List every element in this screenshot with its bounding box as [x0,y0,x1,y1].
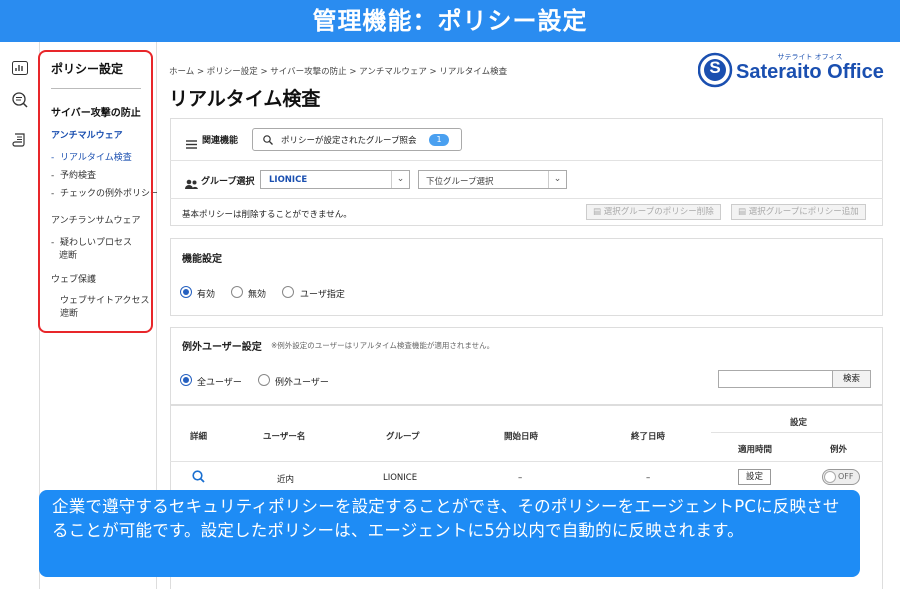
col-settings: 設定 [790,418,808,428]
search-icon [263,135,273,145]
add-icon: ▤ [738,207,747,217]
radio-enabled-label: 有効 [197,290,216,300]
users-icon [185,174,198,193]
scroll-icon[interactable] [10,130,30,150]
menu-icon [186,134,197,153]
radio-user-specified[interactable] [282,286,294,298]
divider [711,432,883,433]
radio-all-users-label: 全ユーザー [197,378,242,388]
count-badge: 1 [429,134,449,146]
radio-all-users[interactable] [180,374,192,386]
col-end: 終了日時 [631,432,666,442]
page-banner-title: 管理機能：ポリシー設定 [0,0,900,42]
search-list-icon[interactable] [10,90,30,110]
search-icon[interactable] [192,470,205,483]
delete-policy-label: 選択グループのポリシー削除 [603,207,714,217]
radio-enabled[interactable] [180,286,192,298]
divider [170,160,883,161]
feature-panel [170,238,883,316]
row-group: LIONICE [383,473,418,483]
apply-time-button[interactable]: 設定 [738,469,771,485]
radio-exception-users-label: 例外ユーザー [275,378,329,388]
icon-rail [0,42,40,589]
logo-text: Sateraito Office [736,61,884,83]
subgroup-select-placeholder: 下位グループ選択 [426,177,494,187]
subgroup-select[interactable]: 下位グループ選択 ⌄ [418,170,567,189]
radio-user-specified-label: ユーザ指定 [300,290,345,300]
search-button[interactable]: 検索 [832,370,871,388]
col-exception: 例外 [830,445,848,455]
row-user: 近内 [277,475,295,485]
group-select-value: LIONICE [269,175,308,185]
col-user: ユーザー名 [263,432,306,442]
feature-title: 機能設定 [182,254,222,265]
delete-policy-button[interactable]: ▤ 選択グループのポリシー削除 [586,204,721,220]
add-policy-button[interactable]: ▤ 選択グループにポリシー追加 [731,204,866,220]
add-policy-label: 選択グループにポリシー追加 [748,207,859,217]
toggle-label: OFF [838,472,854,481]
toggle-knob [824,471,836,483]
caption-box: 企業で遵守するセキュリティポリシーを設定することができ、そのポリシーをエージェン… [39,490,860,577]
exception-toggle[interactable]: OFF [822,469,860,485]
radio-exception-users[interactable] [258,374,270,386]
exception-note: ※例外設定のユーザーはリアルタイム検査機能が適用されません。 [271,341,495,350]
search-input[interactable] [718,370,833,388]
group-select[interactable]: LIONICE ⌄ [260,170,410,189]
logo-letter: S [709,58,721,77]
radio-disabled[interactable] [231,286,243,298]
related-button-label: ポリシーが設定されたグループ照会 [281,136,417,146]
radio-disabled-label: 無効 [248,290,267,300]
row-start: – [518,473,523,483]
sateraito-logo: S サテライト オフィス Sateraito Office [697,52,888,88]
col-detail: 詳細 [190,432,208,442]
chevron-down-icon: ⌄ [548,171,566,188]
page-title: リアルタイム検査 [169,88,321,110]
highlight-frame [38,50,153,333]
chevron-down-icon: ⌄ [391,171,409,188]
delete-icon: ▤ [593,207,602,217]
basic-policy-note: 基本ポリシーは削除することができません。 [182,210,352,220]
related-group-button[interactable]: ポリシーが設定されたグループ照会 1 [252,128,462,151]
divider [170,461,883,462]
col-group: グループ [386,432,420,442]
exception-title: 例外ユーザー設定 [182,342,262,353]
breadcrumb[interactable]: ホーム > ポリシー設定 > サイバー攻撃の防止 > アンチマルウェア > リア… [169,65,507,77]
col-start: 開始日時 [504,432,539,442]
exception-panel [170,327,883,405]
related-label: 関連機能 [202,136,239,146]
divider [170,198,883,199]
col-apply-time: 適用時間 [738,445,773,455]
chart-icon[interactable] [10,58,30,78]
row-end: – [646,473,651,483]
group-select-label: グループ選択 [201,177,255,187]
